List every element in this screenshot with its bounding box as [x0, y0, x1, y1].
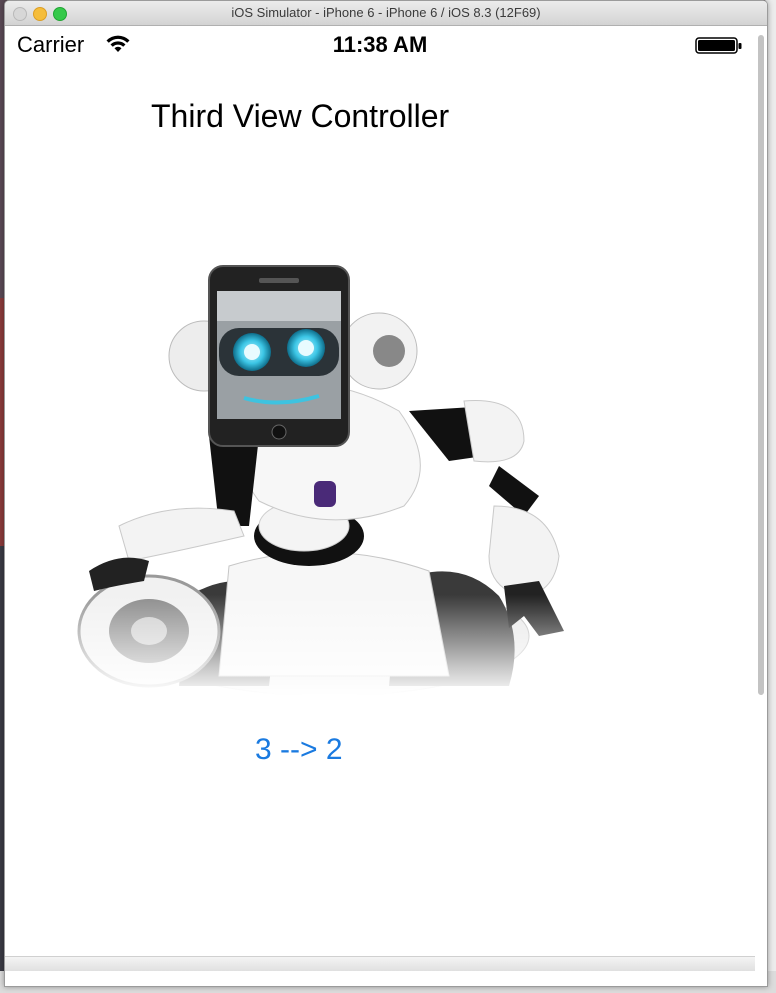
back-to-second-button[interactable]: 3 --> 2 — [255, 733, 343, 767]
device-screen: Carrier 11:38 AM Third View Controller 3… — [5, 26, 755, 971]
window-titlebar[interactable]: iOS Simulator - iPhone 6 - iPhone 6 / iO… — [5, 1, 767, 26]
page-title: Third View Controller — [151, 98, 450, 134]
robot-image — [69, 236, 589, 697]
screen-bottom-edge — [5, 956, 755, 971]
window-title: iOS Simulator - iPhone 6 - iPhone 6 / iO… — [231, 5, 541, 20]
battery-icon — [695, 37, 742, 54]
simulator-window: iOS Simulator - iPhone 6 - iPhone 6 / iO… — [4, 0, 768, 987]
status-time: 11:38 AM — [332, 32, 428, 57]
status-bar: Carrier 11:38 AM — [5, 26, 755, 66]
vertical-scrollbar[interactable] — [758, 35, 764, 695]
